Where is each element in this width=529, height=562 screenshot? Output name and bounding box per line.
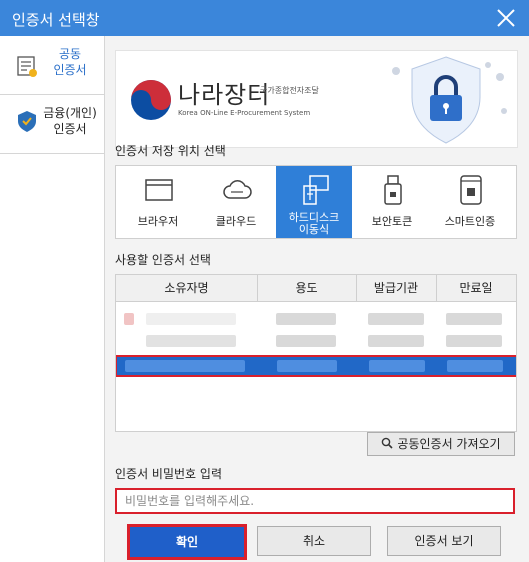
storage-heading: 인증서 저장 위치 선택 (115, 144, 226, 158)
table-row[interactable] (116, 331, 516, 351)
col-owner[interactable]: 소유자명 (116, 275, 258, 301)
ok-button[interactable]: 확인 (127, 524, 247, 560)
password-heading: 인증서 비밀번호 입력 (115, 467, 222, 481)
sidebar-item-label-2: 금융(개인) 인증서 (43, 106, 97, 136)
title-bar: 인증서 선택창 (0, 0, 529, 36)
table-row[interactable] (116, 309, 516, 329)
cloud-icon (223, 180, 252, 199)
certificate-select-window: 인증서 선택창 공동 인증서 금융(개인) 인증서 나라장터 국가종합전자조달 … (0, 0, 529, 562)
browser-icon (145, 179, 173, 201)
storage-browser[interactable]: 브라우저 (120, 166, 196, 238)
certificate-doc-icon (17, 56, 37, 77)
storage-hard-disk-label: 하드디스크 이동식 (288, 211, 340, 236)
sidebar-item-joint-certificate[interactable]: 공동 인증서 (0, 36, 104, 95)
taegeuk-logo-icon (131, 80, 171, 120)
sidebar: 공동 인증서 금융(개인) 인증서 (0, 36, 105, 562)
storage-security-token[interactable]: 보안토큰 (354, 166, 430, 238)
table-header: 소유자명 용도 발급기관 만료일 (116, 275, 516, 302)
shield-cert-icon (18, 111, 36, 132)
window-title: 인증서 선택창 (12, 11, 100, 29)
cancel-button[interactable]: 취소 (257, 526, 371, 556)
usb-disk-icon (303, 175, 329, 205)
close-icon[interactable] (495, 7, 517, 29)
search-icon (382, 437, 393, 449)
brand-name: 나라장터 (178, 81, 271, 109)
sidebar-item-label-1: 공동 인증서 (53, 47, 87, 77)
storage-smart-cert[interactable]: 스마트인증 (432, 166, 508, 238)
brand-english: Korea ON-Line E-Procurement System (178, 109, 311, 117)
storage-hard-disk[interactable]: 하드디스크 이동식 (276, 166, 352, 238)
lock-shield-icon (392, 56, 507, 144)
storage-cloud-label: 클라우드 (215, 215, 257, 228)
col-purpose[interactable]: 용도 (257, 275, 357, 301)
storage-cloud[interactable]: 클라우드 (198, 166, 274, 238)
brand-subtitle: 국가종합전자조달 (260, 86, 319, 95)
sidebar-item-financial-certificate[interactable]: 금융(개인) 인증서 (0, 95, 104, 154)
main-panel: 나라장터 국가종합전자조달 Korea ON-Line E-Procuremen… (105, 36, 529, 562)
smartphone-icon (460, 175, 482, 205)
col-issuer[interactable]: 발급기관 (356, 275, 437, 301)
table-row-selected[interactable] (116, 355, 516, 377)
password-input[interactable] (115, 488, 515, 514)
import-certificate-button[interactable]: 공동인증서 가져오기 (367, 432, 515, 456)
import-label: 공동인증서 가져오기 (397, 437, 501, 451)
certificate-table: 소유자명 용도 발급기관 만료일 (115, 274, 517, 432)
security-token-icon (384, 175, 402, 205)
cert-table-heading: 사용할 인증서 선택 (115, 253, 211, 267)
col-expiry[interactable]: 만료일 (436, 275, 516, 301)
storage-location-list: 브라우저 클라우드 하드디스크 이동식 보안토큰 스마트인증 (115, 165, 517, 239)
storage-browser-label: 브라우저 (137, 215, 179, 228)
view-certificate-button[interactable]: 인증서 보기 (387, 526, 501, 556)
storage-smart-cert-label: 스마트인증 (444, 215, 496, 228)
storage-security-token-label: 보안토큰 (371, 215, 413, 228)
banner: 나라장터 국가종합전자조달 Korea ON-Line E-Procuremen… (115, 50, 518, 148)
